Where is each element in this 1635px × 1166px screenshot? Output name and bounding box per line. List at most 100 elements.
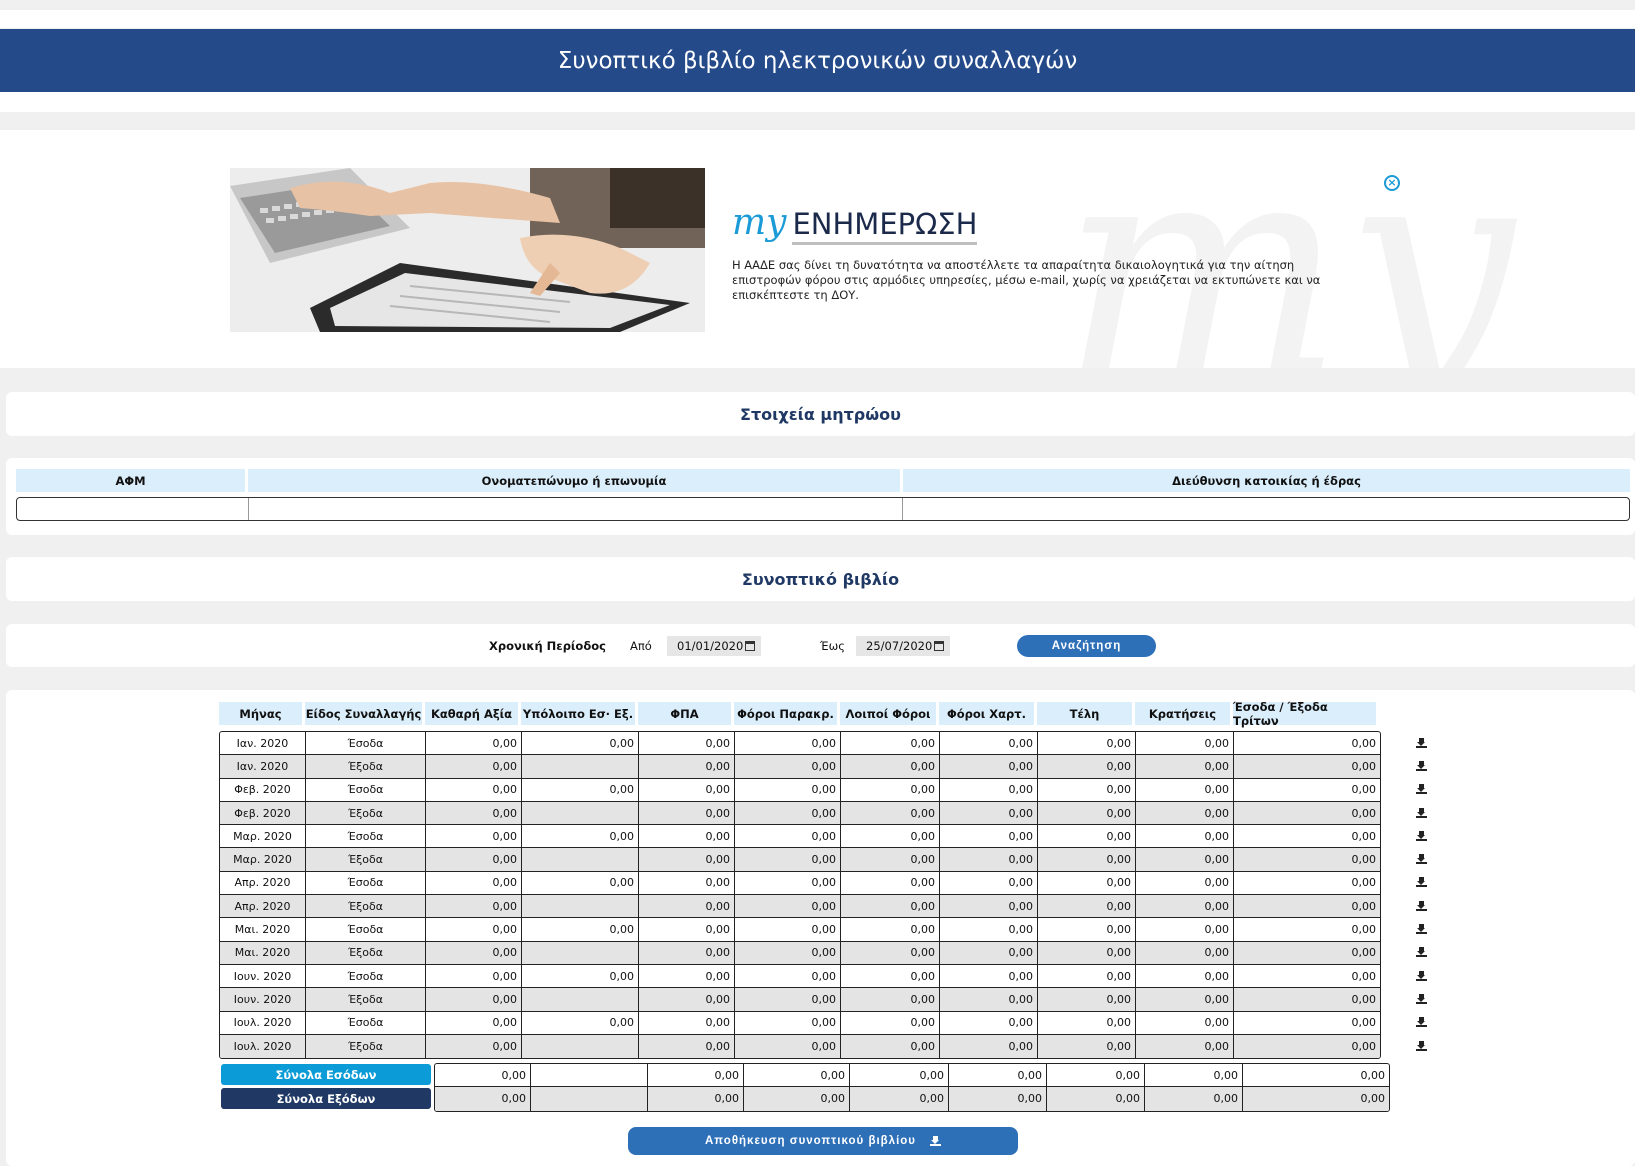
month-cell: Φεβ. 2020	[220, 801, 306, 825]
amount-cell: 0,00	[940, 778, 1038, 801]
month-cell: Απρ. 2020	[220, 895, 306, 918]
transaction-type-cell: Έσοδα	[306, 1011, 426, 1034]
amount-cell: 0,00	[1351, 923, 1377, 937]
amount-cell: 0,00	[1351, 1040, 1377, 1053]
amount-cell: 0,00	[735, 848, 841, 871]
amount-cell: 0,00	[522, 825, 639, 848]
month-cell: Μαι. 2020	[220, 918, 306, 941]
amount-cell: 0,00	[1038, 871, 1136, 895]
row-download-button[interactable]	[1411, 1034, 1431, 1057]
row-download-button[interactable]	[1411, 778, 1431, 801]
calendar-icon[interactable]	[934, 641, 944, 651]
save-book-button[interactable]: Αποθήκευση συνοπτικού βιβλίου	[628, 1127, 1018, 1155]
amount-cell: 0,00	[735, 1034, 841, 1059]
total-amount-cell: 0,00	[1145, 1087, 1243, 1111]
promo-logo-word: ΕΝΗΜΕΡΩΣΗ	[792, 207, 978, 245]
total-amount-cell: 0,00	[1047, 1064, 1145, 1087]
download-column	[1411, 731, 1431, 1057]
amount-cell: 0,00	[426, 1011, 522, 1034]
amount-cell: 0,00	[735, 825, 841, 848]
amount-cell: 0,00	[522, 918, 639, 941]
table-row: Ιουν. 2020 Έσοδα 0,00 0,00 0,00 0,00 0,00 0,00 0…	[220, 964, 1380, 989]
row-download-button[interactable]	[1411, 1011, 1431, 1034]
amount-cell: 0,00	[735, 988, 841, 1011]
amount-cell: 0,00	[735, 871, 841, 895]
month-cell: Μαι. 2020	[220, 941, 306, 964]
amount-cell: 0,00	[940, 988, 1038, 1011]
amount-cell: 0,00	[639, 1011, 735, 1034]
amount-cell: 0,00	[1351, 899, 1377, 913]
from-date-input[interactable]: 01/01/2020	[667, 636, 761, 656]
search-button[interactable]: Αναζήτηση	[1017, 635, 1156, 657]
registry-header: ΑΦΜ Ονοματεπώνυμο ή επωνυμία Διεύθυνση κ…	[16, 469, 1630, 492]
amount-cell: 0,00	[735, 801, 841, 825]
amount-cell: 0,00	[940, 755, 1038, 778]
row-download-button[interactable]	[1411, 731, 1431, 754]
total-amount-cell: 0,00	[648, 1064, 744, 1087]
month-cell: Ιουν. 2020	[220, 964, 306, 988]
amount-cell: 0,00	[841, 988, 940, 1011]
amount-cell: 0,00	[1038, 825, 1136, 848]
amount-cell: 0,00	[426, 988, 522, 1011]
row-download-button[interactable]	[1411, 987, 1431, 1010]
row-download-button[interactable]	[1411, 847, 1431, 870]
row-download-button[interactable]	[1411, 964, 1431, 987]
amount-cell: 0,00	[522, 732, 639, 755]
amount-cell: 0,00	[1351, 806, 1377, 820]
amount-cell: 0,00	[940, 918, 1038, 941]
income-totals-row: 0,00 0,00 0,00 0,00 0,00 0,00 0,00 0,00	[435, 1064, 1389, 1088]
income-totals-label: Σύνολα Εσόδων	[221, 1064, 431, 1085]
amount-cell: 0,00	[735, 918, 841, 941]
book-col-header: Φόροι Χαρτ.	[939, 702, 1034, 725]
row-download-button[interactable]	[1411, 917, 1431, 940]
amount-cell: 0,00	[1136, 964, 1234, 988]
download-icon	[1415, 993, 1427, 1004]
to-date-input[interactable]: 25/07/2020	[856, 636, 950, 656]
calendar-icon[interactable]	[745, 641, 755, 651]
table-row: Απρ. 2020 Έξοδα 0,00 0,00 0,00 0,00 0,00 0,00 0,…	[220, 895, 1380, 919]
promo-text: Η ΑΑΔΕ σας δίνει τη δυνατότητα να αποστέ…	[732, 258, 1321, 302]
download-icon	[1415, 807, 1427, 818]
amount-cell: 0,00	[1038, 895, 1136, 918]
download-icon	[929, 1136, 941, 1146]
table-row: Ιουλ. 2020 Έξοδα 0,00 0,00 0,00 0,00 0,00 0,00 0…	[220, 1034, 1380, 1059]
total-amount-cell: 0,00	[949, 1064, 1047, 1087]
month-cell: Ιαν. 2020	[220, 755, 306, 778]
amount-cell: 0,00	[735, 964, 841, 988]
total-amount-cell: 0,00	[744, 1064, 850, 1087]
amount-cell: 0,00	[1351, 876, 1377, 890]
transaction-type-cell: Έξοδα	[306, 801, 426, 825]
registry-table: ΑΦΜ Ονοματεπώνυμο ή επωνυμία Διεύθυνση κ…	[16, 469, 1630, 521]
registry-address-value	[903, 498, 1629, 520]
row-download-button[interactable]	[1411, 824, 1431, 847]
month-cell: Απρ. 2020	[220, 871, 306, 895]
to-label: Έως	[820, 639, 845, 653]
row-download-button[interactable]	[1411, 941, 1431, 964]
amount-cell: 0,00	[735, 778, 841, 801]
amount-cell: 0,00	[1136, 732, 1234, 755]
amount-cell: 0,00	[1136, 1011, 1234, 1034]
amount-cell: 0,00	[735, 755, 841, 778]
amount-cell: 0,00	[1351, 946, 1377, 960]
amount-cell: 0,00	[940, 801, 1038, 825]
amount-cell: 0,00	[1136, 941, 1234, 964]
row-download-button[interactable]	[1411, 801, 1431, 824]
download-icon	[1415, 970, 1427, 981]
download-icon	[1415, 877, 1427, 888]
close-circle-icon[interactable]: ×	[1384, 175, 1400, 191]
amount-cell: 0,00	[1136, 871, 1234, 895]
registry-name-value	[249, 498, 903, 520]
transaction-type-cell: Έξοδα	[306, 755, 426, 778]
book-col-header: Τέλη	[1037, 702, 1132, 725]
book-table-body: Ιαν. 2020 Έσοδα 0,00 0,00 0,00 0,00 0,00 0,00 0,…	[219, 731, 1381, 1060]
registry-col-name: Ονοματεπώνυμο ή επωνυμία	[248, 469, 900, 492]
row-download-button[interactable]	[1411, 754, 1431, 777]
amount-cell: 0,00	[841, 941, 940, 964]
row-download-button[interactable]	[1411, 871, 1431, 894]
amount-cell: 0,00	[639, 825, 735, 848]
row-download-button[interactable]	[1411, 894, 1431, 917]
amount-cell: 0,00	[735, 941, 841, 964]
amount-cell: 0,00	[426, 848, 522, 871]
amount-cell: 0,00	[940, 941, 1038, 964]
transaction-type-cell: Έξοδα	[306, 988, 426, 1011]
